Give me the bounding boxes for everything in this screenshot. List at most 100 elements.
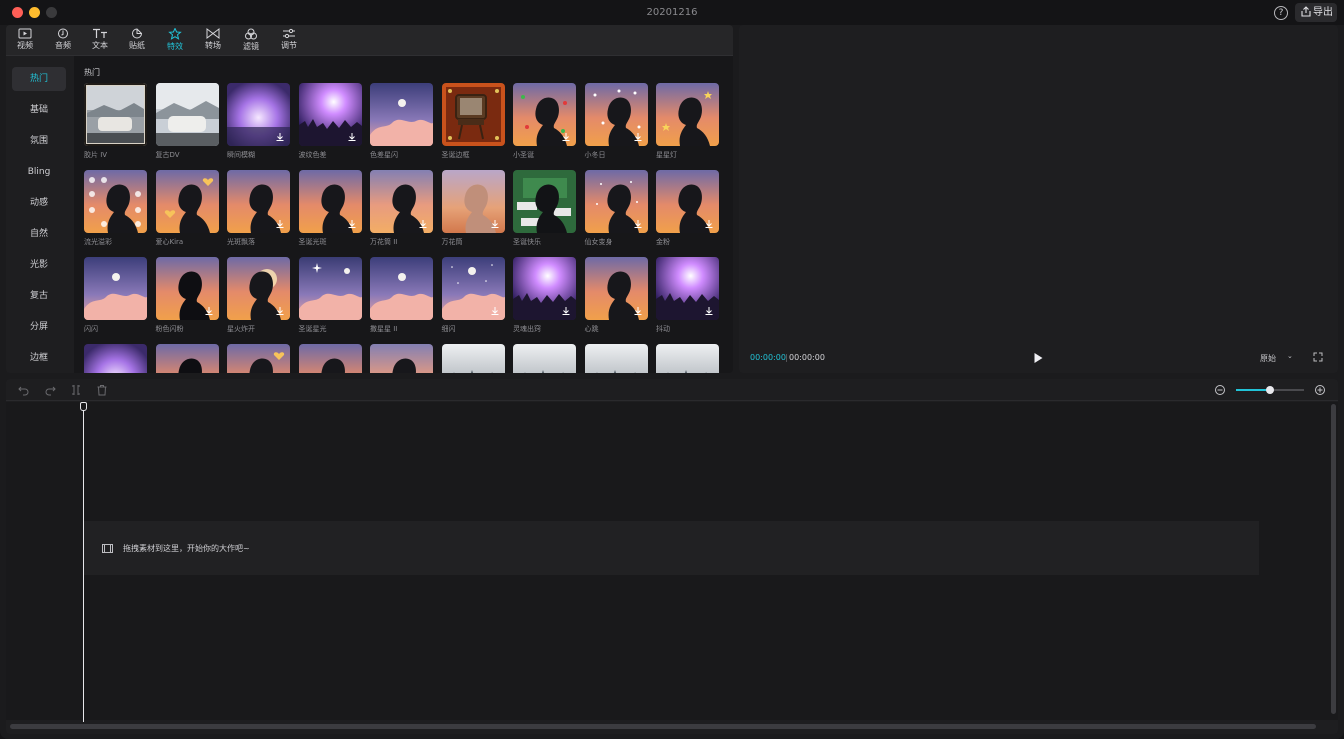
- tab-effects[interactable]: 特效: [158, 28, 192, 54]
- zoom-out-icon[interactable]: [1214, 384, 1226, 396]
- effect-item[interactable]: 金粉: [656, 170, 719, 247]
- delete-icon[interactable]: [96, 384, 108, 396]
- redo-icon[interactable]: [44, 384, 56, 396]
- undo-icon[interactable]: [18, 384, 30, 396]
- download-icon[interactable]: [562, 133, 570, 141]
- effect-item[interactable]: 圣诞星光: [298, 257, 362, 334]
- effect-item[interactable]: 闪闪: [84, 257, 147, 334]
- effect-item[interactable]: 灵魂出窍: [513, 257, 576, 334]
- effect-thumbnail[interactable]: [227, 257, 290, 320]
- effect-thumbnail[interactable]: [441, 83, 505, 146]
- vertical-scrollbar[interactable]: [1331, 404, 1336, 714]
- category-basic[interactable]: 基础: [12, 98, 66, 122]
- effect-thumbnail[interactable]: [656, 344, 719, 373]
- aspect-ratio-select[interactable]: 原始: [1260, 353, 1276, 364]
- effect-thumbnail[interactable]: [441, 170, 505, 233]
- effect-item[interactable]: [441, 344, 505, 373]
- effect-thumbnail[interactable]: [155, 170, 219, 233]
- effect-thumbnail[interactable]: [155, 344, 219, 373]
- download-icon[interactable]: [276, 307, 284, 315]
- effect-thumbnail[interactable]: [441, 257, 505, 320]
- effect-thumbnail[interactable]: [84, 170, 147, 233]
- category-split-screen[interactable]: 分屏: [12, 315, 66, 339]
- effect-item[interactable]: 撒星星 II: [370, 257, 433, 334]
- effect-item[interactable]: 圣诞边框: [441, 83, 505, 160]
- playhead-handle[interactable]: [80, 402, 87, 411]
- effect-thumbnail[interactable]: [84, 257, 147, 320]
- tab-transition[interactable]: 转场: [196, 28, 230, 54]
- play-button[interactable]: [1032, 352, 1044, 364]
- effect-thumbnail[interactable]: [155, 83, 219, 146]
- category-hot[interactable]: 热门: [12, 67, 66, 91]
- effect-thumbnail[interactable]: [370, 83, 433, 146]
- split-icon[interactable]: [70, 384, 82, 396]
- effect-item[interactable]: 色差星闪: [370, 83, 433, 160]
- download-icon[interactable]: [705, 220, 713, 228]
- tab-audio[interactable]: 音频: [46, 28, 80, 54]
- zoom-slider[interactable]: [1236, 386, 1304, 394]
- tab-adjust[interactable]: 调节: [272, 28, 306, 54]
- tab-video[interactable]: 视频: [8, 28, 42, 54]
- horizontal-scrollbar[interactable]: [10, 724, 1316, 729]
- download-icon[interactable]: [491, 220, 499, 228]
- effect-thumbnail[interactable]: [84, 344, 147, 373]
- effect-item[interactable]: [298, 344, 362, 373]
- effect-item[interactable]: 复古DV: [155, 83, 219, 160]
- effect-thumbnail[interactable]: [84, 83, 147, 146]
- tab-filter[interactable]: 滤镜: [234, 28, 268, 54]
- effect-item[interactable]: 粉色闪粉: [155, 257, 219, 334]
- category-light[interactable]: 光影: [12, 253, 66, 277]
- effect-thumbnail[interactable]: [370, 257, 433, 320]
- effect-item[interactable]: 小冬日: [584, 83, 648, 160]
- zoom-in-icon[interactable]: [1314, 384, 1326, 396]
- effect-item[interactable]: 星星灯: [656, 83, 719, 160]
- effect-thumbnail[interactable]: [298, 170, 362, 233]
- effect-item[interactable]: [155, 344, 219, 373]
- download-icon[interactable]: [276, 133, 284, 141]
- chevron-down-icon[interactable]: ⌄: [1287, 352, 1293, 360]
- effect-item[interactable]: 细闪: [441, 257, 505, 334]
- effect-item[interactable]: [584, 344, 648, 373]
- download-icon[interactable]: [205, 307, 213, 315]
- effect-item[interactable]: 光斑飘落: [227, 170, 290, 247]
- effect-item[interactable]: 星火炸开: [227, 257, 290, 334]
- effect-thumbnail[interactable]: [370, 344, 433, 373]
- download-icon[interactable]: [348, 133, 356, 141]
- effect-item[interactable]: 瞬间模糊: [227, 83, 290, 160]
- effect-thumbnail[interactable]: [584, 170, 648, 233]
- effect-thumbnail[interactable]: [298, 344, 362, 373]
- effect-item[interactable]: 仙女变身: [584, 170, 648, 247]
- effect-thumbnail[interactable]: [298, 83, 362, 146]
- download-icon[interactable]: [419, 220, 427, 228]
- zoom-slider-handle[interactable]: [1266, 386, 1274, 394]
- fullscreen-icon[interactable]: [1313, 352, 1323, 362]
- category-border[interactable]: 边框: [12, 346, 66, 370]
- download-icon[interactable]: [348, 220, 356, 228]
- effect-thumbnail[interactable]: [584, 344, 648, 373]
- download-icon[interactable]: [705, 307, 713, 315]
- effect-item[interactable]: [656, 344, 719, 373]
- effect-thumbnail[interactable]: [656, 257, 719, 320]
- category-retro[interactable]: 复古: [12, 284, 66, 308]
- effect-thumbnail[interactable]: [227, 344, 290, 373]
- effect-thumbnail[interactable]: [227, 170, 290, 233]
- effect-thumbnail[interactable]: [370, 170, 433, 233]
- download-icon[interactable]: [634, 220, 642, 228]
- category-dynamic[interactable]: 动感: [12, 191, 66, 215]
- download-icon[interactable]: [634, 133, 642, 141]
- tab-sticker[interactable]: 贴纸: [120, 28, 154, 54]
- effect-item[interactable]: 小圣诞: [513, 83, 576, 160]
- category-atmosphere[interactable]: 氛围: [12, 129, 66, 153]
- category-nature[interactable]: 自然: [12, 222, 66, 246]
- playhead-line[interactable]: [83, 404, 84, 722]
- category-bling[interactable]: Bling: [12, 160, 66, 184]
- effect-thumbnail[interactable]: [298, 257, 362, 320]
- download-icon[interactable]: [562, 307, 570, 315]
- effect-item[interactable]: [227, 344, 290, 373]
- effect-item[interactable]: 圣诞光斑: [298, 170, 362, 247]
- effect-thumbnail[interactable]: [227, 83, 290, 146]
- effect-item[interactable]: 万花筒 II: [370, 170, 433, 247]
- effect-thumbnail[interactable]: [513, 344, 576, 373]
- download-icon[interactable]: [491, 307, 499, 315]
- effect-thumbnail[interactable]: [155, 257, 219, 320]
